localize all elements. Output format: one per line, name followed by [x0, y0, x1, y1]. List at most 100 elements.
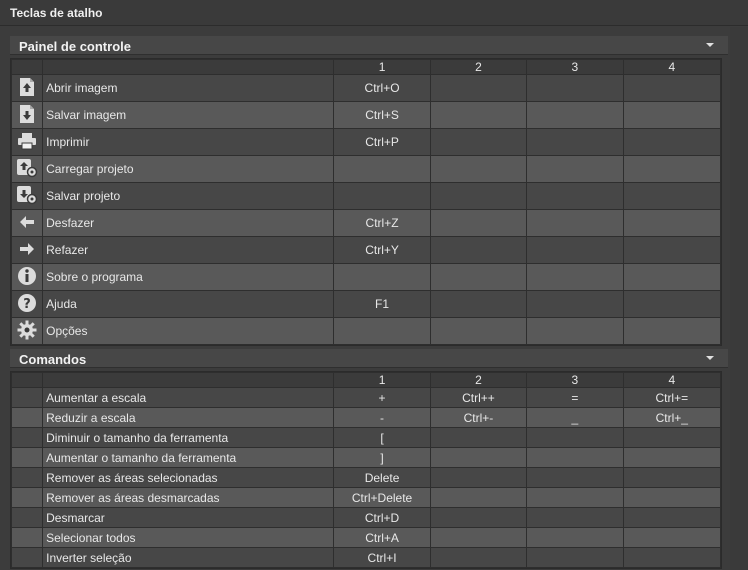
shortcut-row[interactable]: Reduzir a escala - Ctrl+- _ Ctrl+_: [10, 407, 722, 428]
shortcut-cell-1[interactable]: Ctrl+Y: [333, 236, 431, 264]
shortcut-cell-1[interactable]: +: [333, 387, 431, 408]
shortcut-cell-2[interactable]: [429, 182, 528, 210]
shortcut-row[interactable]: Sobre o programa: [10, 263, 722, 291]
shortcut-cell-3[interactable]: [526, 101, 624, 129]
shortcut-cell-2[interactable]: [429, 155, 528, 183]
shortcut-cell-2[interactable]: [429, 447, 528, 468]
shortcut-cell-4[interactable]: [622, 427, 722, 448]
shortcut-cell-4[interactable]: [622, 507, 722, 528]
shortcut-row[interactable]: ? Ajuda F1: [10, 290, 722, 318]
shortcut-cell-2[interactable]: [429, 317, 528, 345]
shortcut-cell-2[interactable]: [429, 209, 528, 237]
shortcut-cell-4[interactable]: [622, 467, 722, 488]
shortcut-cell-4[interactable]: Ctrl+=: [622, 387, 722, 408]
shortcut-cell-3[interactable]: [526, 74, 624, 102]
shortcut-cell-1[interactable]: Ctrl+Z: [333, 209, 431, 237]
section-header-control-panel[interactable]: Painel de controle: [10, 36, 728, 55]
shortcut-row[interactable]: Salvar imagem Ctrl+S: [10, 101, 722, 129]
shortcut-cell-1[interactable]: F1: [333, 290, 431, 318]
shortcut-row[interactable]: Opções: [10, 317, 722, 345]
shortcut-cell-2[interactable]: [429, 236, 528, 264]
shortcut-row[interactable]: Aumentar o tamanho da ferramenta]: [10, 447, 722, 468]
shortcut-row[interactable]: Remover as áreas selecionadas Delete: [10, 467, 722, 488]
shortcut-cell-4[interactable]: [622, 155, 722, 183]
shortcut-cell-3[interactable]: [526, 487, 624, 508]
shortcut-cell-3[interactable]: [526, 209, 624, 237]
shortcut-cell-1[interactable]: [333, 155, 431, 183]
shortcut-row[interactable]: Carregar projeto: [10, 155, 722, 183]
shortcut-cell-4[interactable]: Ctrl+_: [622, 407, 722, 428]
shortcut-cell-4[interactable]: [622, 263, 722, 291]
shortcut-cell-2[interactable]: Ctrl++: [429, 387, 528, 408]
shortcut-cell-3[interactable]: [526, 507, 624, 528]
shortcut-cell-3[interactable]: [526, 447, 624, 468]
shortcut-row[interactable]: Refazer Ctrl+Y: [10, 236, 722, 264]
shortcut-cell-3[interactable]: [526, 263, 624, 291]
shortcut-cell-2[interactable]: [429, 467, 528, 488]
shortcut-row[interactable]: Aumentar a escala + Ctrl++ = Ctrl+=: [10, 387, 722, 408]
shortcut-cell-2[interactable]: [429, 487, 528, 508]
shortcut-cell-2[interactable]: [429, 290, 528, 318]
shortcut-cell-3[interactable]: _: [526, 407, 624, 428]
shortcut-cell-4[interactable]: [622, 487, 722, 508]
shortcut-cell-1[interactable]: Ctrl+S: [333, 101, 431, 129]
shortcut-cell-2[interactable]: [429, 101, 528, 129]
shortcut-cell-3[interactable]: =: [526, 387, 624, 408]
shortcut-cell-1[interactable]: Ctrl+I: [333, 547, 431, 568]
shortcut-cell-4[interactable]: [622, 290, 722, 318]
shortcut-cell-4[interactable]: [622, 317, 722, 345]
shortcut-row[interactable]: Inverter seleção Ctrl+I: [10, 547, 722, 568]
shortcut-cell-3[interactable]: [526, 427, 624, 448]
shortcut-cell-1[interactable]: [333, 182, 431, 210]
chevron-down-icon[interactable]: [706, 43, 714, 47]
shortcut-cell-3[interactable]: [526, 236, 624, 264]
shortcut-cell-1[interactable]: Ctrl+Delete: [333, 487, 431, 508]
scrollbar[interactable]: [730, 27, 748, 570]
shortcut-cell-3[interactable]: [526, 182, 624, 210]
shortcut-cell-2[interactable]: [429, 547, 528, 568]
shortcut-cell-4[interactable]: [622, 182, 722, 210]
shortcut-row[interactable]: Desmarcar Ctrl+D: [10, 507, 722, 528]
shortcut-cell-4[interactable]: [622, 74, 722, 102]
shortcut-cell-2[interactable]: [429, 427, 528, 448]
shortcut-cell-4[interactable]: [622, 527, 722, 548]
shortcut-cell-1[interactable]: [333, 263, 431, 291]
shortcut-row[interactable]: Remover as áreas desmarcadas Ctrl+Delete: [10, 487, 722, 508]
section-header-commands[interactable]: Comandos: [10, 349, 728, 368]
shortcut-row[interactable]: Selecionar todos Ctrl+A: [10, 527, 722, 548]
shortcut-cell-2[interactable]: [429, 507, 528, 528]
shortcut-cell-1[interactable]: Ctrl+O: [333, 74, 431, 102]
shortcut-row[interactable]: Salvar projeto: [10, 182, 722, 210]
shortcut-cell-1[interactable]: Ctrl+A: [333, 527, 431, 548]
shortcut-cell-4[interactable]: [622, 447, 722, 468]
shortcut-cell-2[interactable]: [429, 263, 528, 291]
shortcut-cell-3[interactable]: [526, 527, 624, 548]
shortcut-cell-2[interactable]: [429, 128, 528, 156]
shortcut-row[interactable]: Diminuir o tamanho da ferramenta[: [10, 427, 722, 448]
shortcut-cell-4[interactable]: [622, 128, 722, 156]
shortcut-cell-3[interactable]: [526, 467, 624, 488]
shortcut-cell-3[interactable]: [526, 290, 624, 318]
shortcut-cell-1[interactable]: Delete: [333, 467, 431, 488]
shortcut-cell-2[interactable]: [429, 527, 528, 548]
shortcut-cell-1[interactable]: -: [333, 407, 431, 428]
shortcut-row[interactable]: Desfazer Ctrl+Z: [10, 209, 722, 237]
shortcut-cell-1[interactable]: Ctrl+P: [333, 128, 431, 156]
shortcut-cell-2[interactable]: Ctrl+-: [429, 407, 528, 428]
shortcut-cell-4[interactable]: [622, 209, 722, 237]
shortcut-cell-1[interactable]: [: [333, 427, 431, 448]
shortcut-cell-3[interactable]: [526, 547, 624, 568]
shortcut-cell-4[interactable]: [622, 101, 722, 129]
shortcut-cell-1[interactable]: [333, 317, 431, 345]
shortcut-row[interactable]: Abrir imagem Ctrl+O: [10, 74, 722, 102]
shortcut-cell-3[interactable]: [526, 317, 624, 345]
shortcut-cell-4[interactable]: [622, 547, 722, 568]
shortcut-cell-1[interactable]: Ctrl+D: [333, 507, 431, 528]
shortcut-cell-1[interactable]: ]: [333, 447, 431, 468]
shortcut-cell-4[interactable]: [622, 236, 722, 264]
shortcut-row[interactable]: Imprimir Ctrl+P: [10, 128, 722, 156]
shortcut-cell-2[interactable]: [429, 74, 528, 102]
shortcut-cell-3[interactable]: [526, 128, 624, 156]
chevron-down-icon[interactable]: [706, 356, 714, 360]
shortcut-cell-3[interactable]: [526, 155, 624, 183]
